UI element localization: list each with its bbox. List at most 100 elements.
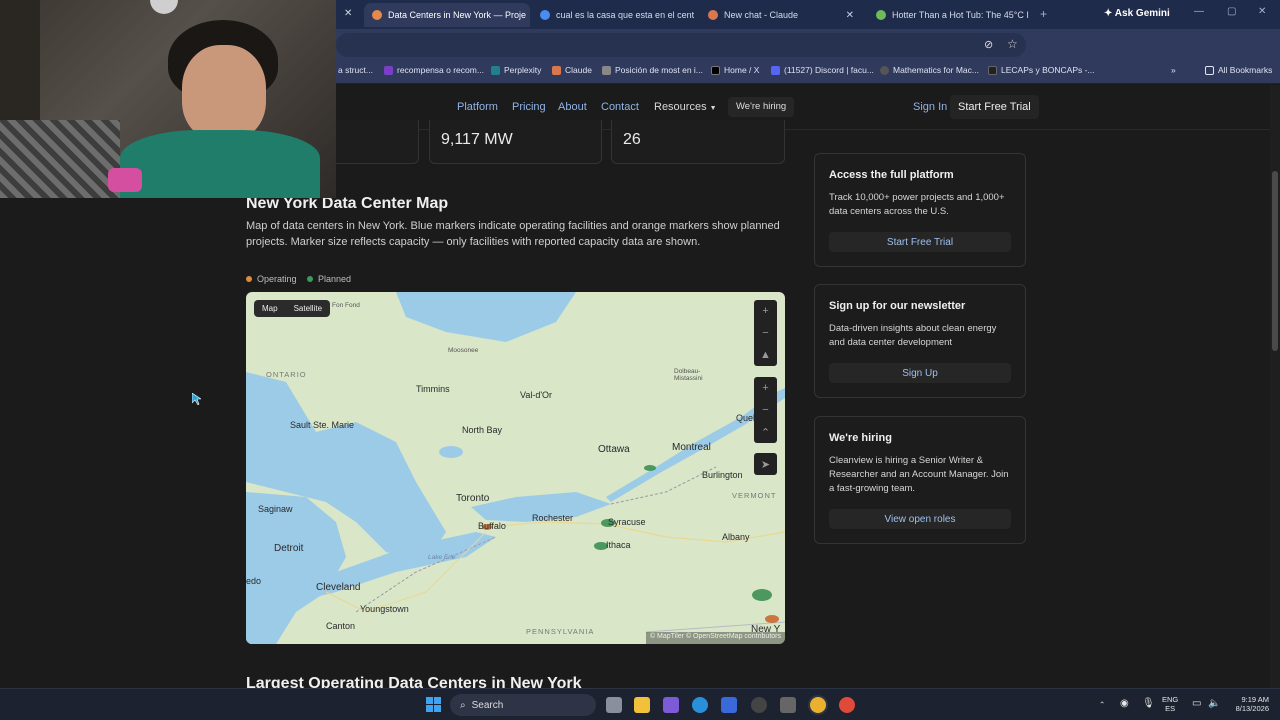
bookmark-item[interactable]: LECAPs y BONCAPs -... bbox=[988, 65, 1095, 75]
language-indicator[interactable]: ENG ES bbox=[1162, 695, 1178, 713]
network-icon[interactable]: ▭ bbox=[1192, 699, 1201, 709]
show-hidden-icons-icon[interactable]: ⌃ bbox=[1099, 700, 1105, 709]
maximize-icon[interactable]: ▢ bbox=[1227, 6, 1236, 17]
taskbar-search[interactable]: ⌕ Search bbox=[450, 694, 596, 716]
store-icon[interactable] bbox=[721, 697, 737, 713]
bookmark-item[interactable]: Home / X bbox=[711, 65, 759, 75]
address-bar[interactable] bbox=[336, 33, 1026, 57]
file-explorer-icon[interactable] bbox=[634, 697, 650, 713]
bookmark-favicon-icon bbox=[988, 65, 997, 75]
city-label: Toronto bbox=[456, 493, 490, 504]
perplexity-icon bbox=[491, 65, 500, 75]
city-label: Montreal bbox=[672, 442, 711, 453]
city-label: Canton bbox=[326, 621, 356, 631]
microphone-icon[interactable]: 🎙 bbox=[1142, 699, 1155, 709]
city-label: Syracuse bbox=[608, 517, 646, 527]
bookmark-item[interactable]: recompensa o recom... bbox=[384, 65, 484, 75]
webcam-sweater bbox=[120, 130, 320, 198]
data-center-map[interactable]: Fon Fond ONTARIO Moosonee Timmins Val-d'… bbox=[246, 292, 785, 644]
claude-icon bbox=[552, 65, 561, 75]
clock[interactable]: 9:19 AM 8/13/2026 bbox=[1227, 695, 1269, 713]
chevron-down-icon: ▼ bbox=[709, 105, 717, 112]
map-view-button[interactable]: Map bbox=[254, 304, 286, 313]
city-label: Youngstown bbox=[360, 604, 409, 614]
city-label: Ottawa bbox=[598, 444, 630, 455]
nav-resources[interactable]: Resources ▼ bbox=[654, 101, 717, 113]
bookmark-item[interactable]: a struct... bbox=[338, 65, 373, 75]
hiring-card-title: We're hiring bbox=[829, 432, 892, 444]
compass-icon[interactable]: ▲ bbox=[754, 344, 777, 366]
nav-about[interactable]: About bbox=[558, 101, 587, 113]
zoom-in-icon[interactable]: + bbox=[754, 300, 777, 322]
city-label: Rochester bbox=[532, 513, 574, 523]
newsletter-card-title: Sign up for our newsletter bbox=[829, 300, 966, 312]
zoom-out-icon[interactable]: − bbox=[754, 322, 777, 344]
tab-google-search[interactable]: cual es la casa que esta en el cent ✕ bbox=[532, 3, 695, 27]
webcam-overlay bbox=[0, 0, 336, 198]
nav-platform[interactable]: Platform bbox=[457, 101, 498, 113]
mouse-cursor-icon bbox=[192, 393, 201, 405]
sign-in-link[interactable]: Sign In bbox=[913, 101, 947, 113]
more-bookmarks-chevron-icon[interactable]: » bbox=[1171, 65, 1176, 75]
map-attribution[interactable]: © MapTiler © OpenStreetMap contributors bbox=[645, 632, 785, 644]
bookmark-item[interactable]: (11527) Discord | facu... bbox=[771, 65, 874, 75]
bookmark-item[interactable]: Claude bbox=[552, 65, 592, 75]
app-icon[interactable] bbox=[751, 697, 767, 713]
bookmark-star-icon[interactable]: ☆ bbox=[1007, 37, 1018, 51]
start-trial-button[interactable]: Start Free Trial bbox=[950, 95, 1039, 119]
chrome-profile-icon[interactable] bbox=[839, 697, 855, 713]
nav-contact[interactable]: Contact bbox=[601, 101, 639, 113]
map-type-toggle: Map Satellite bbox=[254, 300, 331, 317]
globe-icon bbox=[880, 65, 889, 75]
x-icon bbox=[711, 65, 720, 75]
zoom-in-icon[interactable]: + bbox=[754, 377, 777, 399]
sign-up-button[interactable]: Sign Up bbox=[829, 363, 1011, 383]
view-open-roles-button[interactable]: View open roles bbox=[829, 509, 1011, 529]
task-view-icon[interactable] bbox=[606, 697, 622, 713]
app-icon[interactable] bbox=[780, 697, 796, 713]
reset-bearing-icon[interactable]: ⌃ bbox=[754, 421, 777, 443]
tab-data-centers[interactable]: Data Centers in New York — Proje ✕ bbox=[364, 3, 530, 27]
page-scrollbar[interactable] bbox=[1270, 85, 1280, 688]
city-label: edo bbox=[246, 576, 262, 586]
bookmark-item[interactable]: Posición de most en i... bbox=[602, 65, 703, 75]
zoom-out-icon[interactable]: − bbox=[754, 399, 777, 421]
start-trial-sidebar-button[interactable]: Start Free Trial bbox=[829, 232, 1011, 252]
platform-card-title: Access the full platform bbox=[829, 169, 954, 181]
bookmark-item[interactable]: Perplexity bbox=[491, 65, 541, 75]
minimize-icon[interactable]: — bbox=[1194, 6, 1204, 17]
tab-claude[interactable]: New chat - Claude ✕ bbox=[700, 3, 862, 27]
volume-icon[interactable]: 🔈 bbox=[1208, 699, 1220, 709]
city-label: Buffalo bbox=[478, 521, 506, 531]
tab-hot-tub-article[interactable]: Hotter Than a Hot Tub: The 45°C I ✕ bbox=[868, 3, 1034, 27]
nav-pricing[interactable]: Pricing bbox=[512, 101, 546, 113]
app-icon[interactable] bbox=[663, 697, 679, 713]
satellite-view-button[interactable]: Satellite bbox=[286, 304, 330, 313]
region-label: PENNSYLVANIA bbox=[526, 627, 595, 636]
google-icon bbox=[540, 10, 550, 20]
bookmark-item[interactable]: Mathematics for Mac... bbox=[880, 65, 979, 75]
all-bookmarks-button[interactable]: All Bookmarks bbox=[1205, 65, 1272, 75]
ask-gemini-button[interactable]: ✦ Ask Gemini bbox=[1104, 8, 1170, 19]
app-tray-icon[interactable]: ◉ bbox=[1120, 699, 1129, 709]
city-label: Timmins bbox=[416, 384, 450, 394]
new-tab-button[interactable]: + bbox=[1040, 7, 1047, 21]
close-tab-icon[interactable]: ✕ bbox=[846, 10, 854, 21]
tracking-protection-icon[interactable]: ⊘ bbox=[984, 38, 993, 51]
city-label: Detroit bbox=[274, 543, 304, 554]
windows-taskbar: ⌕ Search ⌃ ◉ 🎙 ENG ES ▭ 🔈 9:19 AM 8/13/202… bbox=[0, 688, 1280, 720]
chrome-icon[interactable] bbox=[810, 697, 826, 713]
city-label: North Bay bbox=[462, 425, 503, 435]
hiring-pill[interactable]: We're hiring bbox=[728, 97, 795, 117]
close-window-icon[interactable]: ✕ bbox=[1258, 6, 1266, 17]
locate-control: ➤ bbox=[754, 453, 777, 475]
site-favicon-icon bbox=[372, 10, 382, 20]
secondary-zoom-controls: + − ⌃ bbox=[754, 377, 777, 443]
scrollbar-thumb[interactable] bbox=[1272, 171, 1278, 351]
water-label: Lake Erie bbox=[428, 554, 456, 561]
geolocate-icon[interactable]: ➤ bbox=[754, 453, 777, 475]
edge-icon[interactable] bbox=[692, 697, 708, 713]
close-tab-icon[interactable]: ✕ bbox=[344, 8, 352, 19]
windows-start-icon[interactable] bbox=[426, 697, 441, 712]
legend-dot-icon bbox=[307, 276, 313, 282]
